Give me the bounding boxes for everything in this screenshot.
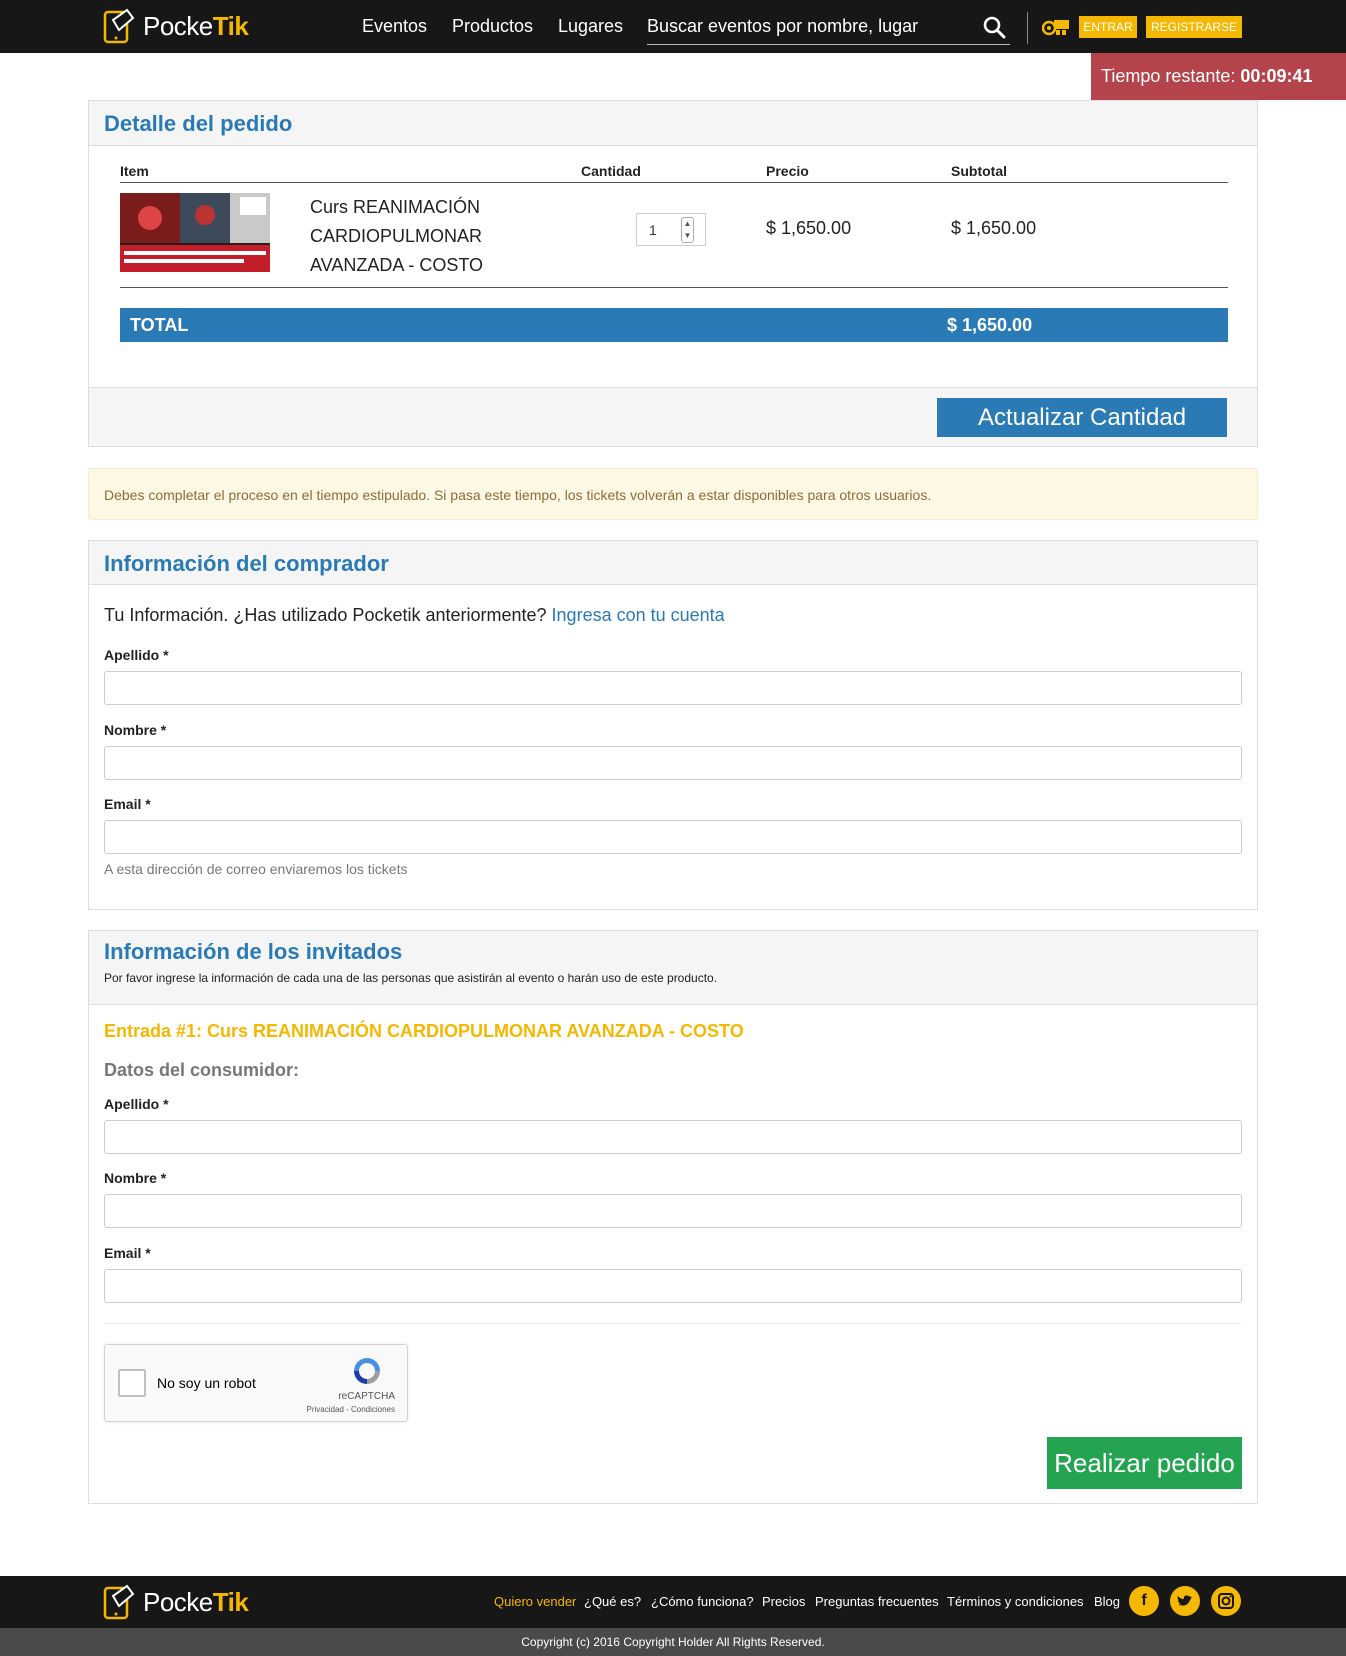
timer-label: Tiempo restante: xyxy=(1101,66,1236,86)
order-table-header: Item Cantidad Precio Subtotal xyxy=(120,161,1228,183)
nav-productos[interactable]: Productos xyxy=(452,16,533,37)
brand-logo[interactable]: PockeTik xyxy=(103,8,249,44)
decrement-icon[interactable]: ▼ xyxy=(682,230,693,242)
order-item-row: Curs REANIMACIÓN CARDIOPULMONAR AVANZADA… xyxy=(120,183,1228,288)
total-value: $ 1,650.00 xyxy=(947,315,1033,335)
place-order-button[interactable]: Realizar pedido xyxy=(1047,1437,1242,1489)
nav-divider xyxy=(1027,12,1028,44)
recaptcha-icon xyxy=(354,1358,380,1384)
footer-logo-icon xyxy=(103,1584,135,1620)
recaptcha-widget: No soy un robot reCAPTCHA Privacidad - C… xyxy=(104,1344,408,1422)
top-navbar: PockeTik Eventos Productos Lugares ENTRA… xyxy=(0,0,1346,53)
instagram-icon[interactable] xyxy=(1211,1586,1241,1616)
consumer-title: Datos del consumidor: xyxy=(104,1060,300,1080)
guests-info-title: Información de los invitados xyxy=(104,939,403,964)
recaptcha-label: No soy un robot xyxy=(157,1375,256,1391)
email-help-text: A esta dirección de correo enviaremos lo… xyxy=(104,861,408,877)
item-subtotal: $ 1,650.00 xyxy=(951,218,1037,238)
order-detail-footer: Actualizar Cantidad xyxy=(89,387,1257,446)
recaptcha-links[interactable]: Privacidad - Condiciones xyxy=(307,1405,396,1414)
guest-email-input[interactable] xyxy=(104,1269,1242,1303)
buyer-info-panel: Información del comprador Tu Información… xyxy=(88,540,1258,910)
buyer-info-title: Información del comprador xyxy=(104,551,389,576)
item-name: Curs REANIMACIÓN CARDIOPULMONAR AVANZADA… xyxy=(310,197,484,275)
guest-last-name-label: Apellido * xyxy=(104,1096,169,1112)
quantity-value: 1 xyxy=(649,222,657,238)
buyer-email-input[interactable] xyxy=(104,820,1242,854)
footer: PockeTik Quiero vender ¿Qué es? ¿Cómo fu… xyxy=(0,1576,1346,1628)
nav-lugares[interactable]: Lugares xyxy=(558,16,623,37)
increment-icon[interactable]: ▲ xyxy=(682,218,693,230)
search-input[interactable] xyxy=(647,10,967,42)
search-icon[interactable] xyxy=(982,15,1006,39)
guest-first-name-input[interactable] xyxy=(104,1194,1242,1228)
col-item: Item xyxy=(120,163,149,179)
footer-link-sell[interactable]: Quiero vender xyxy=(494,1594,576,1609)
footer-link-blog[interactable]: Blog xyxy=(1094,1594,1120,1609)
order-detail-title: Detalle del pedido xyxy=(104,111,293,136)
footer-logo[interactable]: PockeTik xyxy=(103,1584,249,1620)
login-link[interactable]: Ingresa con tu cuenta xyxy=(552,605,725,625)
facebook-icon[interactable]: f xyxy=(1129,1586,1159,1616)
buyer-info-header: Información del comprador xyxy=(89,541,1257,585)
twitter-icon[interactable] xyxy=(1170,1586,1200,1616)
total-label: TOTAL xyxy=(130,315,189,335)
time-remaining: Tiempo restante: 00:09:41 xyxy=(1091,53,1346,100)
buyer-last-name-label: Apellido * xyxy=(104,647,169,663)
order-detail-panel: Detalle del pedido Item Cantidad Precio … xyxy=(88,100,1258,447)
buyer-first-name-label: Nombre * xyxy=(104,722,167,738)
order-detail-header: Detalle del pedido xyxy=(89,101,1257,146)
buyer-email-label: Email * xyxy=(104,796,151,812)
item-price: $ 1,650.00 xyxy=(766,218,852,238)
buyer-last-name-input[interactable] xyxy=(104,671,1242,705)
section-divider xyxy=(104,1323,1242,1324)
login-button[interactable]: ENTRAR xyxy=(1079,16,1137,38)
quantity-stepper[interactable]: 1 ▲ ▼ xyxy=(636,213,706,246)
search-box xyxy=(647,10,1010,45)
footer-link-terms[interactable]: Términos y condiciones xyxy=(947,1594,1084,1609)
register-button[interactable]: REGISTRARSE xyxy=(1146,16,1242,38)
guests-info-subtitle: Por favor ingrese la información de cada… xyxy=(104,971,718,985)
guests-info-header: Información de los invitados Por favor i… xyxy=(89,931,1257,1005)
col-quantity: Cantidad xyxy=(581,163,641,179)
recaptcha-checkbox[interactable] xyxy=(118,1369,146,1397)
guest-first-name-label: Nombre * xyxy=(104,1170,167,1186)
buyer-intro-text: Tu Información. ¿Has utilizado Pocketik … xyxy=(104,605,547,625)
recaptcha-brand: reCAPTCHA xyxy=(338,1391,395,1402)
timer-value: 00:09:41 xyxy=(1240,66,1313,86)
col-price: Precio xyxy=(766,163,809,179)
total-bar: TOTAL $ 1,650.00 xyxy=(120,308,1228,342)
guests-info-panel: Información de los invitados Por favor i… xyxy=(88,930,1258,1504)
guest-email-label: Email * xyxy=(104,1245,151,1261)
buyer-intro: Tu Información. ¿Has utilizado Pocketik … xyxy=(104,605,725,626)
footer-link-faq[interactable]: Preguntas frecuentes xyxy=(815,1594,939,1609)
entry-title: Entrada #1: Curs REANIMACIÓN CARDIOPULMO… xyxy=(104,1021,744,1041)
nav-eventos[interactable]: Eventos xyxy=(362,16,427,37)
guest-last-name-input[interactable] xyxy=(104,1120,1242,1154)
update-quantity-button[interactable]: Actualizar Cantidad xyxy=(937,398,1227,437)
footer-link-prices[interactable]: Precios xyxy=(762,1594,805,1609)
footer-link-how[interactable]: ¿Cómo funciona? xyxy=(651,1594,754,1609)
quantity-spinner[interactable]: ▲ ▼ xyxy=(681,217,694,243)
copyright: Copyright (c) 2016 Copyright Holder All … xyxy=(0,1628,1346,1656)
event-thumbnail[interactable] xyxy=(120,193,270,272)
col-subtotal: Subtotal xyxy=(951,163,1007,179)
footer-link-what[interactable]: ¿Qué es? xyxy=(584,1594,641,1609)
time-limit-alert: Debes completar el proceso en el tiempo … xyxy=(88,468,1258,520)
logo-icon xyxy=(103,8,135,44)
buyer-first-name-input[interactable] xyxy=(104,746,1242,780)
tickets-icon[interactable] xyxy=(1042,16,1070,38)
